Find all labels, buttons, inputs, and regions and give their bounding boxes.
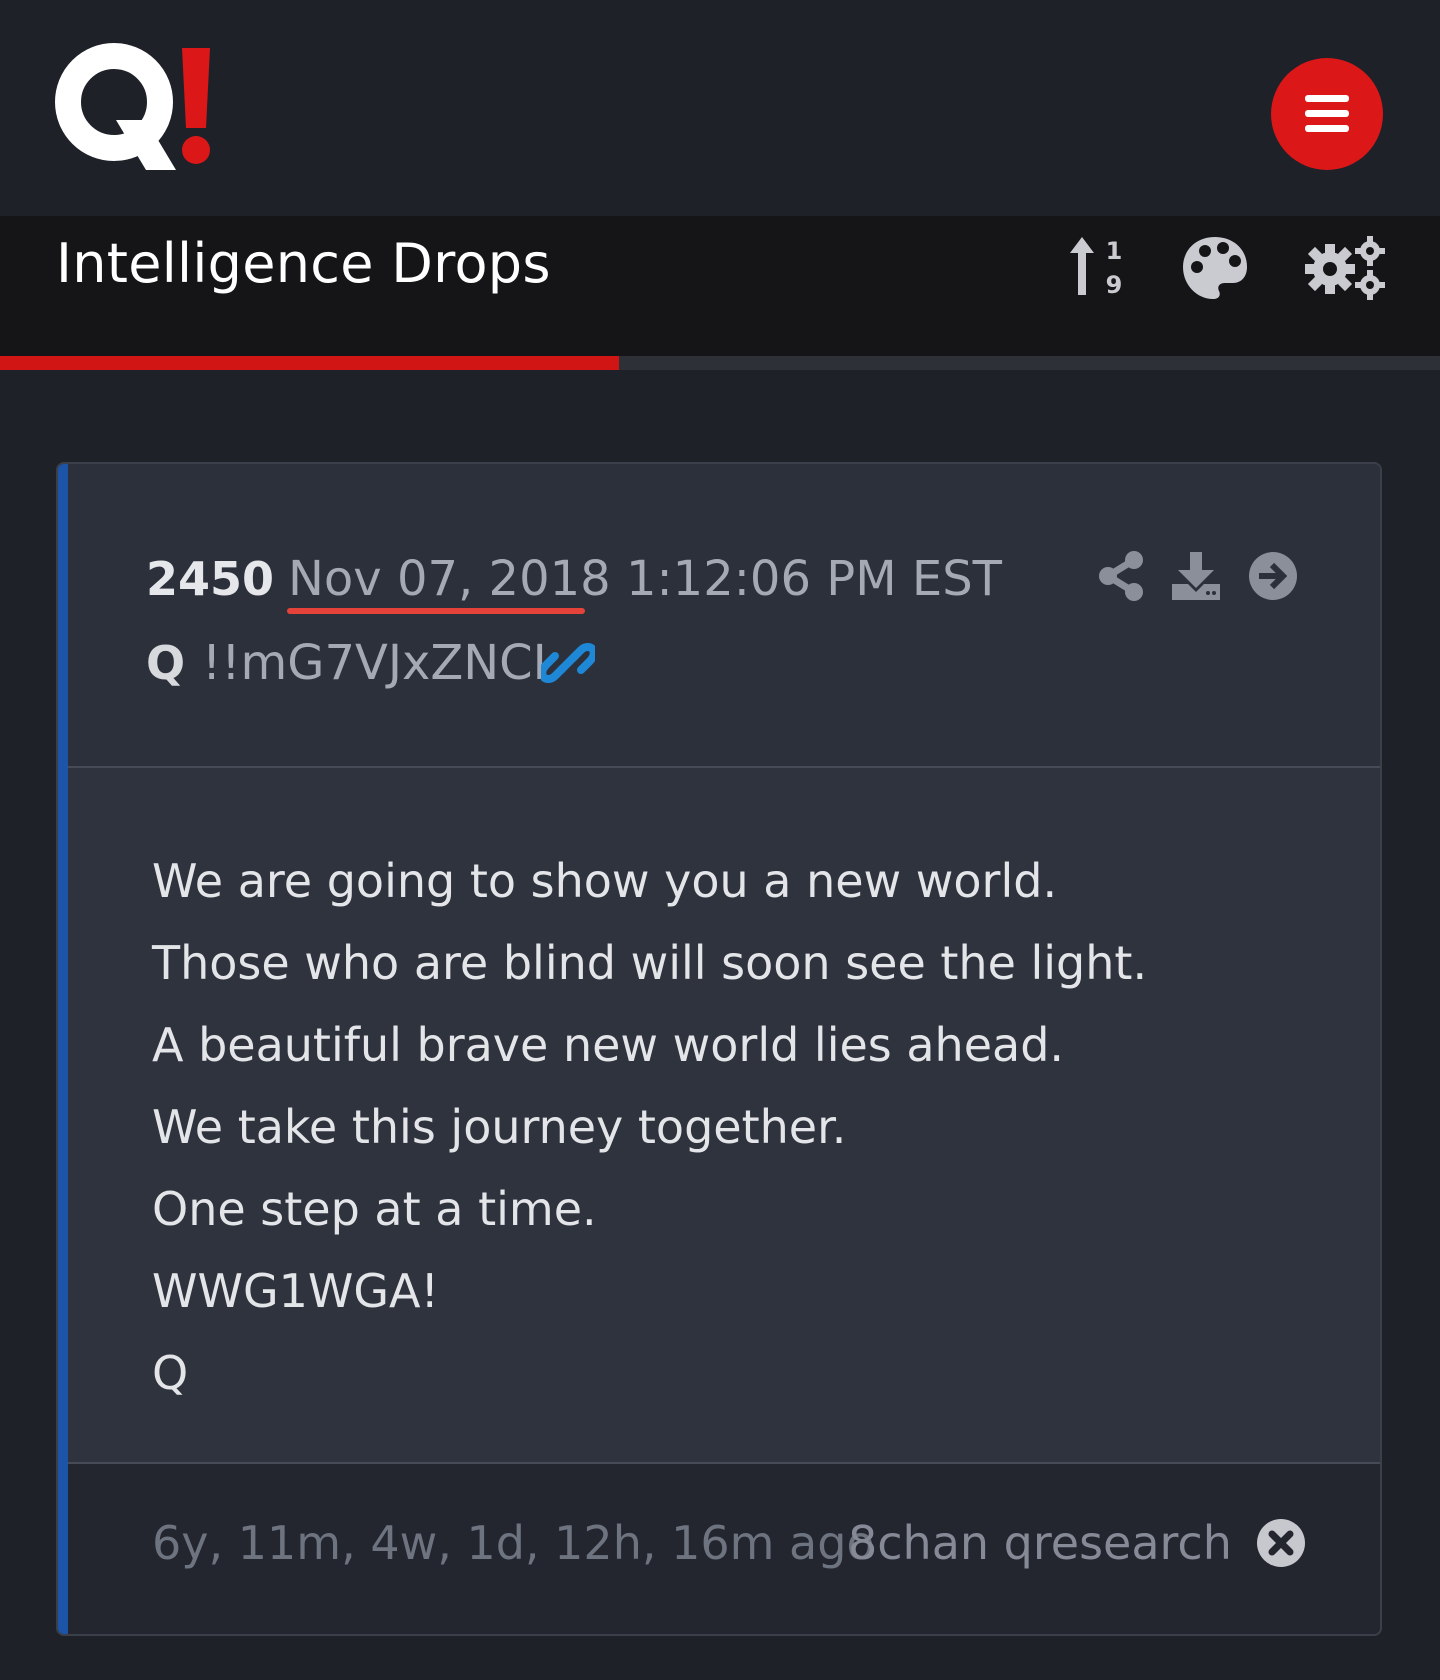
post-author: Q	[146, 636, 186, 690]
menu-button[interactable]	[1271, 58, 1383, 170]
gears-icon	[1305, 236, 1385, 300]
hamburger-icon	[1305, 95, 1349, 132]
share-icon	[1099, 551, 1143, 601]
sort-numeric-icon: 1 9	[1070, 237, 1123, 299]
post-body: We are going to show you a new world. Th…	[68, 768, 1380, 1464]
post-card: 2450 Nov 07, 2018 1:12:06 PM EST Q !!mG7…	[56, 462, 1382, 1636]
download-icon	[1172, 552, 1220, 600]
post-footer: 6y, 11m, 4w, 1d, 12h, 16m ago 8chan qres…	[68, 1464, 1380, 1634]
post-line: Q	[152, 1346, 189, 1400]
open-post-button[interactable]	[1248, 551, 1298, 605]
post-date[interactable]: Nov 07, 2018 1:12:06 PM EST	[288, 544, 1002, 614]
svg-text:9: 9	[1106, 271, 1123, 299]
card-accent-bar	[58, 464, 68, 1634]
post-tripcode: !!mG7VJxZNCI	[202, 635, 547, 691]
post-line: A beautiful brave new world lies ahead.	[152, 1018, 1065, 1072]
close-button[interactable]	[1256, 1518, 1306, 1568]
post-actions	[1098, 548, 1298, 608]
progress-fill	[0, 356, 620, 370]
post-line: Those who are blind will soon see the li…	[152, 936, 1148, 990]
link-icon	[541, 643, 595, 683]
date-underline	[287, 608, 585, 614]
post-text: We are going to show you a new world. Th…	[152, 840, 1340, 1414]
share-button[interactable]	[1098, 550, 1144, 606]
post-line: One step at a time.	[152, 1182, 597, 1236]
page-title: Intelligence Drops	[56, 232, 551, 295]
svg-text:1: 1	[1106, 237, 1123, 265]
post-source[interactable]: 8chan qresearch	[848, 1508, 1232, 1578]
download-button[interactable]	[1170, 550, 1222, 606]
palette-icon	[1183, 237, 1247, 299]
arrow-right-circle-icon	[1249, 552, 1297, 600]
q-logo[interactable]	[54, 40, 234, 190]
sort-button[interactable]: 1 9	[1068, 232, 1132, 304]
settings-button[interactable]	[1304, 232, 1386, 304]
top-bar	[0, 0, 1440, 216]
post-line: WWG1WGA!	[152, 1264, 439, 1318]
theme-button[interactable]	[1180, 232, 1250, 304]
post-number[interactable]: 2450	[146, 544, 274, 614]
post-header: 2450 Nov 07, 2018 1:12:06 PM EST Q !!mG7…	[68, 464, 1380, 768]
post-line: We are going to show you a new world.	[152, 854, 1058, 908]
close-circle-icon	[1257, 1519, 1305, 1567]
reading-progress-bar	[0, 356, 1440, 370]
post-age: 6y, 11m, 4w, 1d, 12h, 16m ago	[152, 1516, 875, 1570]
post-line: We take this journey together.	[152, 1100, 847, 1154]
tripcode-link-button[interactable]	[538, 628, 598, 698]
q-logo-icon	[55, 43, 210, 170]
